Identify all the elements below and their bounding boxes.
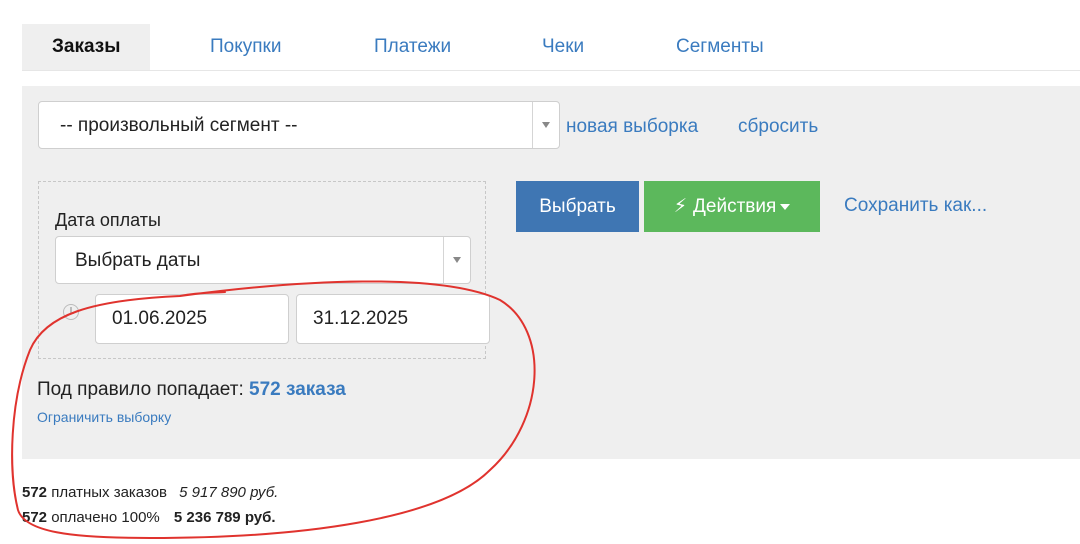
summary-paid-orders: 572 платных заказов 5 917 890 руб.: [22, 484, 278, 501]
date-from-input[interactable]: 01.06.2025: [95, 294, 289, 344]
summary-amount: 5 236 789 руб.: [173, 509, 276, 526]
summary-count: 572: [22, 509, 48, 526]
caret-down-icon: [780, 203, 791, 210]
summary-paid-full: 572 оплачено 100% 5 236 789 руб.: [22, 509, 276, 526]
match-count: Под правило попадает: 572 заказа: [37, 379, 346, 401]
limit-selection-link[interactable]: Ограничить выборку: [37, 409, 171, 425]
segment-select[interactable]: -- произвольный сегмент --: [38, 101, 560, 149]
date-mode-select[interactable]: Выбрать даты: [55, 236, 471, 284]
date-to-input[interactable]: 31.12.2025: [296, 294, 490, 344]
save-as-link[interactable]: Сохранить как...: [844, 195, 987, 217]
tab-payments[interactable]: Платежи: [374, 24, 451, 70]
summary-count: 572: [22, 484, 48, 501]
actions-button[interactable]: ⚡ Действия: [644, 181, 820, 232]
filter-panel: -- произвольный сегмент -- новая выборка…: [22, 86, 1080, 459]
bolt-icon: ⚡: [673, 196, 688, 217]
summary-label: платных заказов: [51, 484, 167, 501]
caret-down-icon: [453, 257, 461, 263]
date-mode-value: Выбрать даты: [75, 250, 201, 271]
reset-link[interactable]: сбросить: [738, 116, 818, 138]
date-mode-toggle[interactable]: [443, 237, 470, 283]
summary-amount: 5 917 890 руб.: [179, 484, 279, 501]
tab-orders[interactable]: Заказы: [22, 24, 151, 70]
tab-segments[interactable]: Сегменты: [676, 24, 764, 70]
match-count-value[interactable]: 572 заказа: [249, 379, 346, 400]
segment-select-value: -- произвольный сегмент --: [60, 115, 298, 136]
match-count-prefix: Под правило попадает:: [37, 379, 244, 400]
new-selection-link[interactable]: новая выборка: [566, 116, 698, 138]
payment-date-filter: Дата оплаты Выбрать даты 01.06.2025 31.1…: [38, 181, 490, 359]
tab-purchases[interactable]: Покупки: [210, 24, 281, 70]
summary-label: оплачено 100%: [51, 509, 160, 526]
tab-receipts[interactable]: Чеки: [542, 24, 584, 70]
caret-down-icon: [542, 122, 550, 128]
clock-icon: [63, 304, 79, 320]
segment-select-toggle[interactable]: [532, 102, 559, 148]
select-button[interactable]: Выбрать: [516, 181, 639, 232]
filter-label: Дата оплаты: [55, 210, 161, 230]
actions-button-label: Действия: [693, 196, 777, 217]
tab-bar: Заказы Покупки Платежи Чеки Сегменты: [22, 24, 1080, 71]
